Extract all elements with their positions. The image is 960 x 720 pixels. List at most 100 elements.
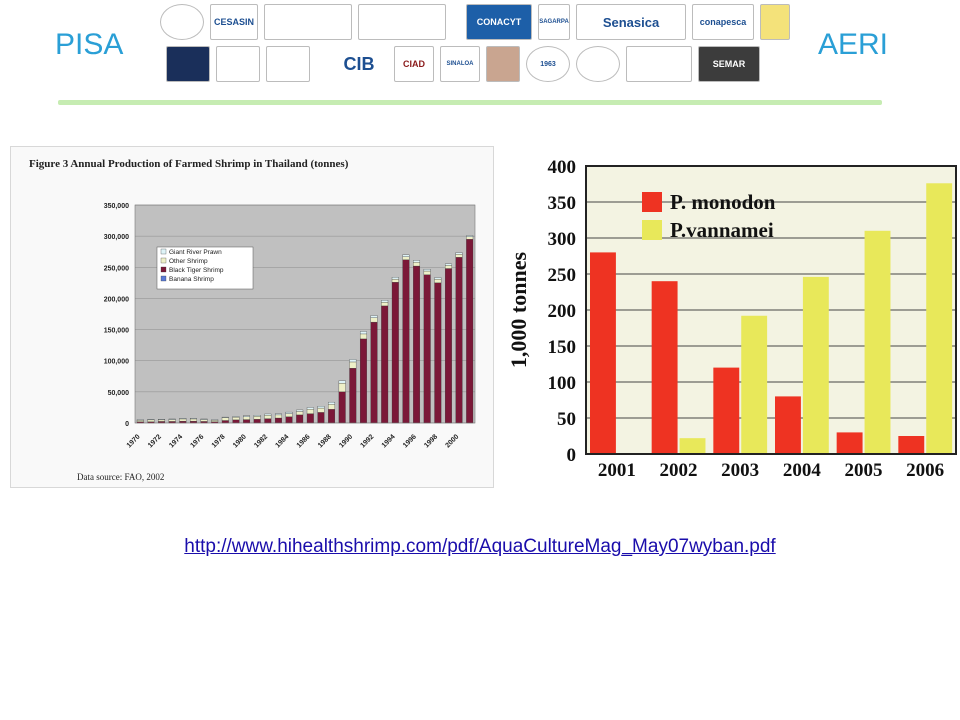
- chart2-y-tick-label: 150: [548, 337, 577, 358]
- chart1-bar-segment: [296, 411, 304, 416]
- chart1-bar-segment: [466, 236, 474, 240]
- chart1-bar-segment: [455, 252, 463, 255]
- chart1-bar-segment: [211, 420, 219, 422]
- chart1-x-tick-label: 1972: [147, 433, 163, 449]
- chart1-bar-segment: [274, 413, 282, 416]
- chart1-bar-segment: [381, 305, 389, 424]
- chart1-bar-segment: [243, 419, 251, 424]
- conapesca-logo-icon: conapesca: [692, 4, 754, 40]
- chart1-bar-segment: [306, 413, 314, 424]
- chart1-bar-segment: [370, 315, 378, 318]
- chart1-bar-segment: [243, 416, 251, 420]
- chart1-bar-segment: [147, 419, 155, 422]
- chart2-x-tick-label: 2003: [721, 460, 759, 480]
- chart1-bar-segment: [328, 404, 336, 410]
- chart1-bar-segment: [179, 418, 187, 420]
- chart1-bar-segment: [370, 321, 378, 424]
- chart1-bar-segment: [444, 268, 452, 424]
- semar-logo-icon: SEMAR: [698, 46, 760, 82]
- chart1-bar-segment: [285, 413, 293, 417]
- state-shield-icon: [216, 46, 260, 82]
- chart1-bar-segment: [232, 416, 240, 418]
- brand-left-label: PISA: [55, 28, 124, 61]
- eagle-seal-icon: SAGARPA: [538, 4, 570, 40]
- chart1-bar-segment: [274, 414, 282, 419]
- crest-emblem-icon: [358, 4, 446, 40]
- senasica-logo-icon: Senasica: [576, 4, 686, 40]
- chart1-x-tick-label: 1994: [381, 433, 397, 449]
- bird-emblem-icon: [160, 4, 204, 40]
- chart1-bar-segment: [200, 418, 208, 420]
- source-link[interactable]: http://www.hihealthshrimp.com/pdf/AquaCu…: [0, 536, 960, 558]
- chart1-bar-segment: [232, 419, 240, 424]
- chart1-legend-swatch: [160, 275, 167, 282]
- chart1-x-tick-label: 1998: [423, 433, 439, 449]
- chart1-x-tick-label: 1974: [168, 433, 184, 449]
- chart2-x-tick-label: 2005: [845, 460, 883, 480]
- chart2-bar: [651, 281, 678, 454]
- chart1-bar-segment: [264, 415, 272, 419]
- chart1-x-tick-label: 1984: [275, 433, 291, 449]
- chart2-y-tick-label: 250: [548, 265, 577, 286]
- chart1-bar-segment: [402, 259, 410, 424]
- chart1-bar-segment: [402, 256, 410, 260]
- chart1-bar-segment: [136, 419, 144, 421]
- brand-right-label: AERI: [818, 28, 889, 61]
- chart1-x-tick-label: 1986: [296, 433, 312, 449]
- chart1-bar-segment: [253, 419, 261, 424]
- chart1-legend-label: Banana Shrimp: [169, 276, 214, 283]
- chart1-bar-segment: [317, 406, 325, 409]
- chart1-bar-segment: [413, 265, 421, 424]
- chart2-bar: [590, 252, 616, 454]
- chart1-bar-segment: [168, 418, 176, 420]
- chart1-bar-segment: [306, 407, 314, 410]
- chart1-bar-segment: [423, 269, 431, 272]
- chart2-bar: [836, 432, 863, 454]
- chart1-bar-segment: [434, 278, 442, 284]
- chart1-x-tick-label: 1990: [338, 433, 354, 449]
- chart2-bar: [864, 230, 891, 454]
- chart1-bar-segment: [370, 317, 378, 323]
- chart1-bar-segment: [306, 409, 314, 414]
- chart1-legend-swatch: [160, 266, 167, 273]
- chart2-x-tick-label: 2004: [783, 460, 822, 480]
- chart1-source-note: Data source: FAO, 2002: [77, 472, 164, 482]
- chart1-bar-segment: [391, 278, 399, 283]
- chart2-legend-label: P.vannamei: [670, 218, 774, 242]
- chart1-bar-segment: [253, 415, 261, 417]
- chart2-y-axis-label: 1,000 tonnes: [508, 252, 531, 369]
- chart1-x-tick-label: 1996: [402, 433, 418, 449]
- chart1-bar-segment: [232, 416, 240, 421]
- chart1-bar-segment: [317, 412, 325, 424]
- chart1-bar-segment: [338, 382, 346, 393]
- header-divider: [58, 100, 882, 105]
- chart1-bar-segment: [243, 415, 251, 417]
- conacyt-logo-icon: CONACYT: [466, 4, 532, 40]
- chart1-bar-segment: [391, 277, 399, 280]
- chart1-bar-segment: [211, 419, 219, 421]
- chart1-bar-segment: [381, 300, 389, 303]
- chart1-bar-segment: [413, 260, 421, 263]
- chart2-y-tick-label: 50: [557, 409, 576, 430]
- chart1-bar-segment: [189, 418, 197, 422]
- chart1-bar-segment: [444, 265, 452, 269]
- chart2-legend-swatch: [642, 220, 662, 240]
- chart1-bar-segment: [221, 420, 229, 424]
- chart1-bar-segment: [189, 418, 197, 420]
- chart1-legend-label: Black Tiger Shrimp: [169, 267, 224, 274]
- chart1-bar-segment: [391, 282, 399, 424]
- chart1-bar-segment: [158, 419, 166, 422]
- chart1-bar-segment: [455, 257, 463, 424]
- chart2-y-tick-label: 400: [548, 157, 577, 178]
- chart2-bar: [926, 183, 953, 454]
- chart2-legend-swatch: [642, 192, 662, 212]
- chart1-x-tick-label: 1970: [126, 433, 142, 449]
- chart1-bar-segment: [349, 368, 357, 424]
- chart1-bar-segment: [434, 282, 442, 424]
- chart1-bar-segment: [285, 411, 293, 414]
- fish-emblem-icon: CESASIN: [210, 4, 258, 40]
- chart2-bar: [802, 276, 829, 454]
- chart1-y-tick-label: 50,000: [108, 390, 130, 397]
- chart1-bar-segment: [221, 416, 229, 418]
- shrimp-emblem-icon: [626, 46, 692, 82]
